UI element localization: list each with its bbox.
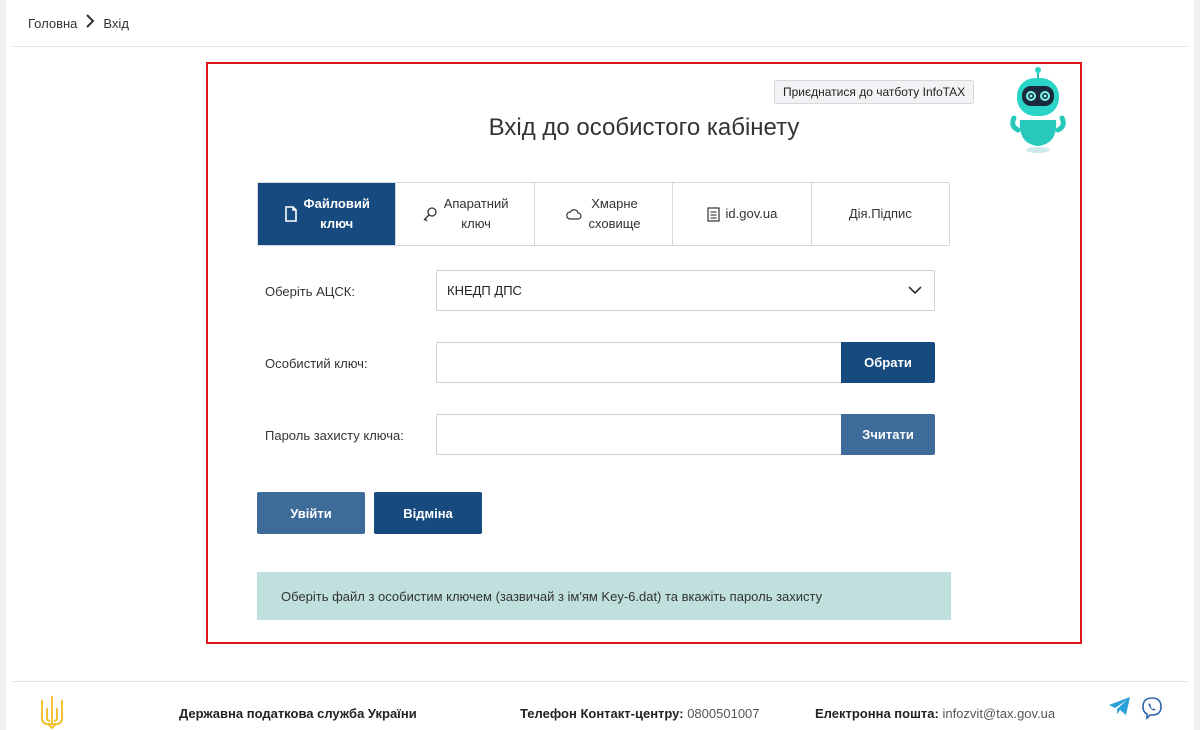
tab-file-key-line2: ключ	[320, 216, 354, 231]
top-divider	[12, 46, 1188, 47]
viber-icon[interactable]	[1140, 696, 1164, 720]
breadcrumb-home-link[interactable]: Головна	[28, 16, 77, 31]
file-icon	[284, 206, 297, 222]
footer-email-label: Електронна пошта:	[815, 706, 939, 721]
footer-phone: Телефон Контакт-центру: 0800501007	[520, 706, 760, 721]
trident-logo-icon	[41, 696, 63, 730]
document-icon	[706, 206, 720, 222]
breadcrumb-current: Вхід	[103, 15, 129, 31]
tab-cloud-storage[interactable]: Хмарне сховище	[535, 183, 674, 245]
chatbot-tooltip[interactable]: Приєднатися до чатботу InfoTAX	[774, 80, 975, 104]
info-message-text: Оберіть файл з особистим ключем (зазвича…	[281, 588, 823, 604]
page: Головна Вхід Приєднатися до чатботу Info…	[6, 0, 1194, 730]
telegram-icon[interactable]	[1108, 696, 1132, 716]
tab-hardware-key[interactable]: Апаратний ключ	[396, 183, 535, 245]
tab-cloud-storage-line2: сховище	[588, 216, 641, 231]
key-icon	[423, 207, 437, 222]
tab-hardware-key-line1: Апаратний	[443, 196, 509, 211]
footer-email: Електронна пошта: infozvit@tax.gov.ua	[815, 706, 1055, 721]
read-key-button[interactable]: Зчитати	[841, 414, 935, 455]
choose-file-button[interactable]: Обрати	[841, 342, 935, 383]
info-message: Оберіть файл з особистим ключем (зазвича…	[257, 572, 951, 620]
tab-hardware-key-line2: ключ	[461, 216, 491, 231]
acsk-selected-value: КНЕДП ДПС	[447, 283, 522, 298]
login-button[interactable]: Увійти	[257, 492, 365, 534]
cloud-icon	[566, 209, 583, 220]
login-panel: Приєднатися до чатботу InfoTAX Вхід до о…	[206, 62, 1082, 644]
tab-cloud-storage-line1: Хмарне	[591, 196, 638, 211]
footer-email-value[interactable]: infozvit@tax.gov.ua	[942, 706, 1055, 721]
key-password-label: Пароль захисту ключа:	[265, 428, 404, 443]
key-password-input[interactable]	[436, 414, 843, 455]
footer-org-name: Державна податкова служба України	[179, 706, 417, 721]
footer-phone-label: Телефон Контакт-центру:	[520, 706, 684, 721]
tab-id-gov-ua-label: id.gov.ua	[725, 206, 778, 221]
tab-file-key-line1: Файловий	[303, 196, 370, 211]
tab-id-gov-ua[interactable]: id.gov.ua	[673, 183, 812, 245]
footer-phone-value[interactable]: 0800501007	[687, 706, 759, 721]
login-method-tabs: Файловий ключ Апаратний ключ Хмарне схов…	[257, 182, 950, 246]
acsk-label: Оберіть АЦСК:	[265, 284, 355, 299]
chatbot-robot-icon[interactable]	[1010, 66, 1066, 156]
breadcrumb: Головна Вхід	[28, 14, 129, 32]
page-title: Вхід до особистого кабінету	[488, 114, 800, 141]
chevron-down-icon	[908, 286, 922, 295]
cancel-button[interactable]: Відміна	[374, 492, 482, 534]
tab-file-key[interactable]: Файловий ключ	[258, 183, 397, 245]
personal-key-input[interactable]	[436, 342, 843, 383]
chevron-right-icon	[85, 14, 95, 32]
footer: Державна податкова служба України Телефо…	[0, 682, 1200, 730]
acsk-select[interactable]: КНЕДП ДПС	[436, 270, 935, 311]
tab-diia-signature[interactable]: Дія.Підпис	[812, 183, 949, 245]
personal-key-label: Особистий ключ:	[265, 356, 368, 371]
tab-diia-signature-label: Дія.Підпис	[848, 206, 912, 221]
